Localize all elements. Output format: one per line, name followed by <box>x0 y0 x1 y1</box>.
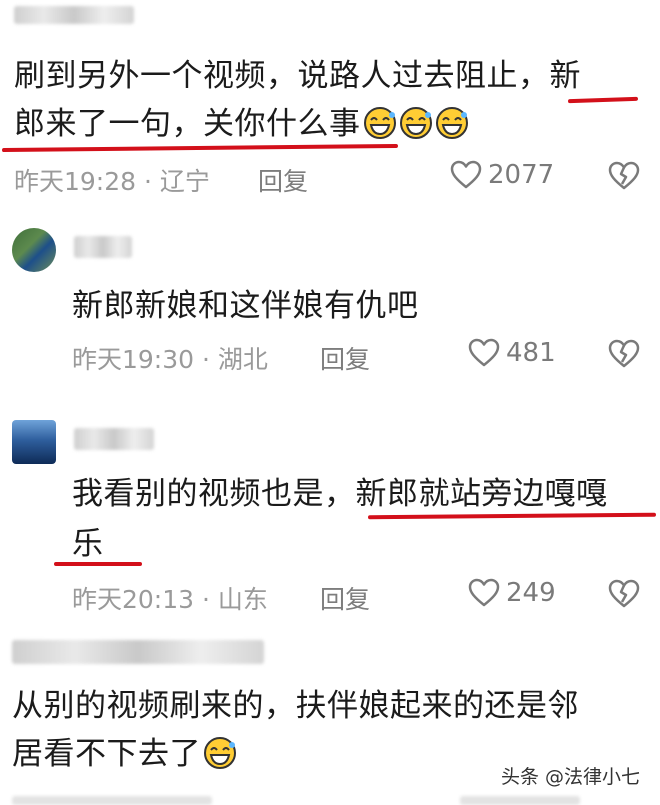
heart-icon <box>468 578 500 607</box>
comment-text: 从别的视频刷来的，扶伴娘起来的还是邻 <box>12 688 579 724</box>
laughing-emoji-icon <box>204 737 236 769</box>
red-underline-annotation <box>54 562 142 566</box>
comment-text-line: 新郎新娘和这伴娘有仇吧 <box>72 282 419 330</box>
comment-text: 新郎新娘和这伴娘有仇吧 <box>72 288 419 324</box>
comment-meta: 昨天19:28 · 辽宁 <box>14 162 210 198</box>
comment-time: 昨天19:28 <box>14 167 137 196</box>
comment-location: 湖北 <box>217 345 268 374</box>
meta-separator: · <box>144 167 152 196</box>
reply-button[interactable]: 回复 <box>320 340 370 376</box>
comment-text: 居看不下去了 <box>12 736 201 772</box>
comment-text: 乐 <box>72 526 104 562</box>
laughing-emoji-icon <box>399 107 432 139</box>
comment-time: 昨天19:30 <box>72 345 195 374</box>
blurred-username <box>14 6 134 24</box>
comment-text-line: 居看不下去了 <box>12 730 237 778</box>
dislike-heart-icon <box>608 579 640 608</box>
comment-text: 郎来了一句，关你什么事 <box>14 106 361 142</box>
comment-location: 山东 <box>217 585 268 614</box>
laughing-emoji-icon <box>363 107 396 139</box>
avatar[interactable] <box>12 228 56 272</box>
like-button[interactable]: 249 <box>468 578 556 608</box>
like-count: 481 <box>506 338 556 368</box>
heart-icon <box>450 160 482 189</box>
dislike-button[interactable] <box>608 161 640 195</box>
like-button[interactable]: 2077 <box>450 160 554 190</box>
comment-text-line: 乐 <box>72 520 104 568</box>
comment-meta: 昨天20:13 · 山东 <box>72 580 268 616</box>
heart-icon <box>468 338 500 367</box>
comment-text: 刷到另外一个视频，说路人过去阻止，新 <box>14 58 581 94</box>
like-count: 2077 <box>488 160 555 190</box>
comment-text: 我看别的视频也是，新郎就站旁边嘎嘎 <box>72 476 608 512</box>
avatar[interactable] <box>12 420 56 464</box>
comment-text-line: 我看别的视频也是，新郎就站旁边嘎嘎 <box>72 470 608 518</box>
comment-text-line: 从别的视频刷来的，扶伴娘起来的还是邻 <box>12 682 579 730</box>
reply-button[interactable]: 回复 <box>320 580 370 616</box>
cut-off-meta-row <box>460 796 580 805</box>
comment-location: 辽宁 <box>159 167 210 196</box>
like-button[interactable]: 481 <box>468 338 556 368</box>
meta-separator: · <box>202 585 210 614</box>
blurred-username <box>12 640 264 664</box>
watermark: 头条 @法律小七 <box>500 766 640 788</box>
blurred-username <box>74 428 154 450</box>
comment-text-line: 郎来了一句，关你什么事 <box>14 100 469 148</box>
meta-separator: · <box>202 345 210 374</box>
laughing-emoji-icon <box>435 107 468 139</box>
reply-button[interactable]: 回复 <box>258 162 308 198</box>
dislike-heart-icon <box>608 339 640 368</box>
cut-off-meta-row <box>12 796 212 805</box>
blurred-username <box>74 236 132 258</box>
comment-meta: 昨天19:30 · 湖北 <box>72 340 268 376</box>
dislike-button[interactable] <box>608 579 640 613</box>
dislike-button[interactable] <box>608 339 640 373</box>
like-count: 249 <box>506 578 556 608</box>
dislike-heart-icon <box>608 161 640 190</box>
comment-text-line: 刷到另外一个视频，说路人过去阻止，新 <box>14 52 581 100</box>
comment-time: 昨天20:13 <box>72 585 195 614</box>
